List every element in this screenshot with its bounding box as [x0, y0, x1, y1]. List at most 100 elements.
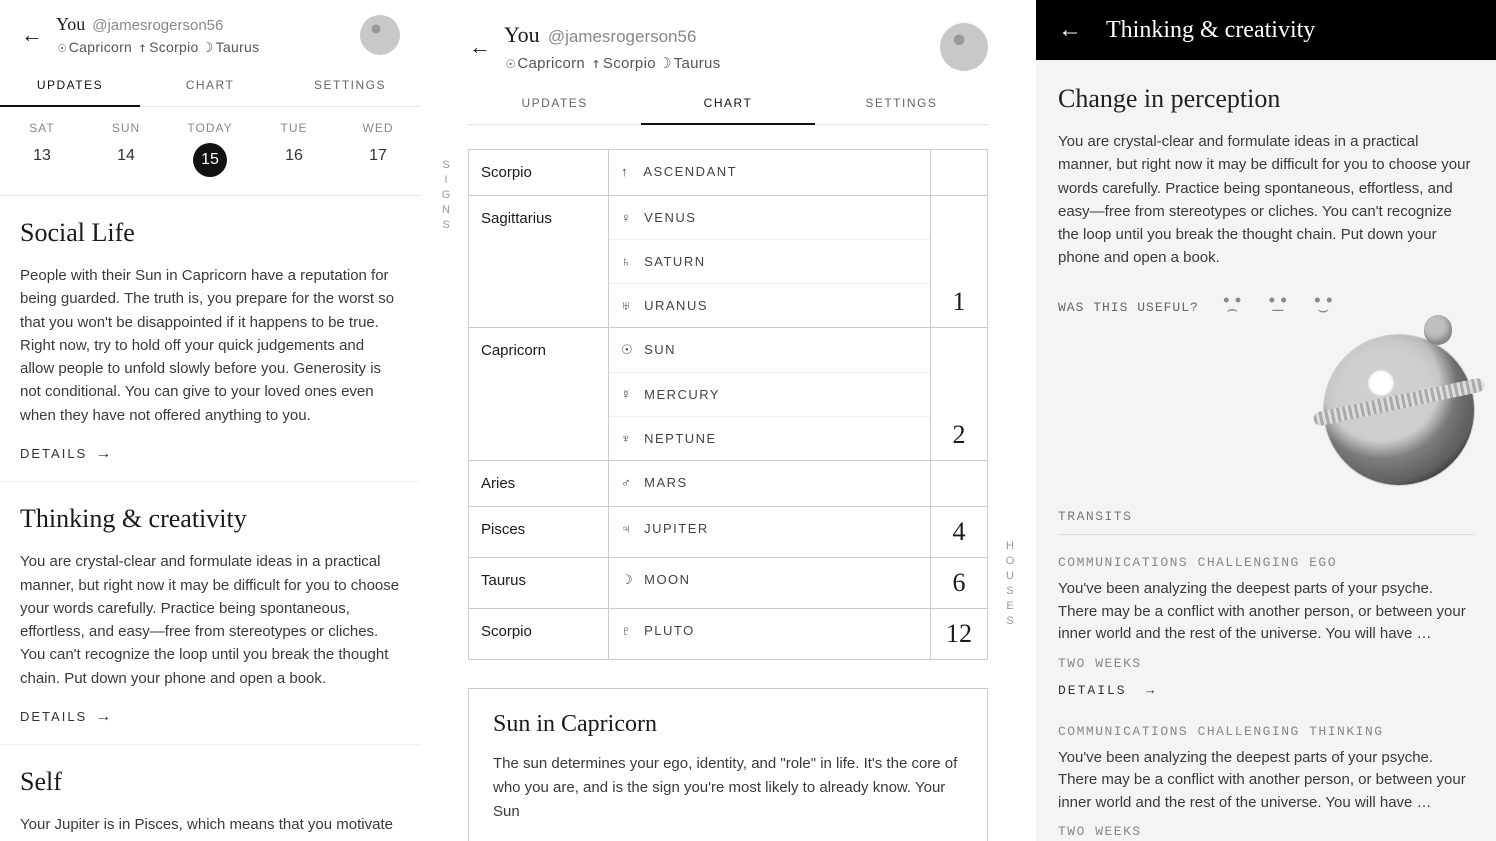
face-sad-icon[interactable]: ••⌢	[1221, 298, 1245, 318]
moon-icon: ☽	[205, 40, 214, 56]
house-cell: 1	[931, 195, 987, 327]
tab-updates[interactable]: UPDATES	[0, 64, 140, 106]
transit: COMMUNICATIONS CHALLENGING EGOYou've bee…	[1058, 555, 1474, 698]
signs-label: SIGNS	[440, 159, 452, 234]
section-thinking: Thinking & creativity You are crystal-cl…	[0, 482, 420, 745]
back-icon[interactable]: ←	[1058, 18, 1082, 42]
day-15[interactable]: TODAY15	[168, 107, 252, 195]
transit-duration: TWO WEEKS	[1058, 824, 1474, 839]
planet-col: ♀ VENUS♄ SATURN♅ URANUS	[609, 195, 931, 327]
transit: COMMUNICATIONS CHALLENGING THINKINGYou'v…	[1058, 724, 1474, 840]
section-body: You are crystal-clear and formulate idea…	[20, 550, 400, 690]
tab-settings[interactable]: SETTINGS	[815, 82, 988, 124]
face-happy-icon[interactable]: ••⌣	[1312, 298, 1336, 318]
moon-sign: Taurus	[674, 55, 721, 72]
section-title: Social Life	[20, 218, 400, 248]
sign-cell: Pisces	[469, 506, 609, 557]
details-link[interactable]: DETAILS →	[20, 708, 113, 726]
planet-glyph-icon: ♇	[621, 623, 639, 638]
transit-title: COMMUNICATIONS CHALLENGING EGO	[1058, 555, 1474, 570]
planet-glyph-icon: ♂	[621, 475, 639, 490]
tab-chart[interactable]: CHART	[641, 82, 814, 124]
sign-cell: Aries	[469, 460, 609, 506]
chart-row[interactable]: Aries♂ MARS	[469, 460, 987, 506]
day-17[interactable]: WED17	[336, 107, 420, 195]
detail-screen: ← Thinking & creativity Change in percep…	[1036, 0, 1496, 841]
face-neutral-icon[interactable]: ••—	[1266, 298, 1290, 318]
planet-col: ♃ JUPITER	[609, 506, 931, 557]
day-label: WED	[336, 121, 420, 135]
chart-row[interactable]: Scorpio♇ PLUTO12	[469, 608, 987, 659]
back-icon[interactable]: ←	[468, 35, 492, 59]
user-display-name: You	[56, 14, 85, 34]
planet-item: ↑ ASCENDANT	[609, 150, 930, 193]
user-handle: @jamesrogerson56	[92, 17, 223, 34]
section-title: Change in perception	[1058, 84, 1474, 114]
house-cell: 2	[931, 327, 987, 460]
tabs: UPDATES CHART SETTINGS	[468, 82, 988, 125]
transits-list: COMMUNICATIONS CHALLENGING EGOYou've bee…	[1058, 555, 1474, 839]
section-title: Self	[20, 767, 400, 797]
day-label: TUE	[252, 121, 336, 135]
chart-table: Scorpio↑ ASCENDANTSagittarius♀ VENUS♄ SA…	[468, 149, 988, 660]
planet-glyph-icon: ♀	[621, 210, 639, 225]
transit-duration: TWO WEEKS	[1058, 656, 1474, 671]
details-link[interactable]: DETAILS →	[20, 445, 113, 463]
planet-glyph-icon: ♆	[621, 431, 639, 446]
planet-item: ♆ NEPTUNE	[609, 416, 930, 460]
section-body: You are crystal-clear and formulate idea…	[1058, 130, 1474, 270]
useful-label: WAS THIS USEFUL?	[1058, 300, 1199, 315]
day-number: 15	[193, 143, 227, 177]
day-14[interactable]: SUN14	[84, 107, 168, 195]
sun-icon: ☉	[58, 40, 67, 56]
chart-desc-title: Sun in Capricorn	[493, 711, 963, 738]
moon-sign: Taurus	[216, 39, 260, 55]
header: ← You @jamesrogerson56 ☉Capricorn ↑Scorp…	[0, 0, 420, 64]
planet-col: ♂ MARS	[609, 460, 931, 506]
chart-row[interactable]: Sagittarius♀ VENUS♄ SATURN♅ URANUS1	[469, 195, 987, 327]
day-number: 16	[252, 147, 336, 165]
user-handle: @jamesrogerson56	[548, 27, 697, 46]
planet-item: ♃ JUPITER	[609, 507, 930, 550]
back-icon[interactable]: ←	[20, 23, 44, 47]
day-number: 14	[84, 147, 168, 165]
planet-glyph-icon: ☉	[621, 342, 639, 358]
detail-header: ← Thinking & creativity	[1036, 0, 1496, 60]
chart-row[interactable]: Taurus☽ MOON6	[469, 557, 987, 608]
planet-glyph-icon: ☽	[621, 572, 639, 588]
section-self: Self Your Jupiter is in Pisces, which me…	[0, 745, 420, 841]
chart-row[interactable]: Pisces♃ JUPITER4	[469, 506, 987, 557]
tab-settings[interactable]: SETTINGS	[280, 64, 420, 106]
section-social: Social Life People with their Sun in Cap…	[0, 196, 420, 482]
user-block: You @jamesrogerson56 ☉Capricorn ↑Scorpio…	[504, 22, 940, 72]
updates-screen: ← You @jamesrogerson56 ☉Capricorn ↑Scorp…	[0, 0, 420, 841]
details-link[interactable]: DETAILS →	[1058, 683, 1474, 698]
sign-cell: Taurus	[469, 557, 609, 608]
useful-row: WAS THIS USEFUL? ••⌢ ••— ••⌣	[1058, 298, 1474, 318]
house-cell: 12	[931, 608, 987, 659]
rising-icon: ↑	[138, 40, 147, 56]
chart-row[interactable]: Scorpio↑ ASCENDANT	[469, 150, 987, 195]
detail-title: Thinking & creativity	[1106, 17, 1315, 44]
house-cell	[931, 150, 987, 195]
planet-col: ↑ ASCENDANT	[609, 150, 931, 195]
chart-row[interactable]: Capricorn☉ SUN☿ MERCURY♆ NEPTUNE2	[469, 327, 987, 460]
sun-icon: ☉	[506, 54, 515, 72]
day-16[interactable]: TUE 16	[252, 107, 336, 195]
chart-description: Sun in Capricorn The sun determines your…	[468, 688, 988, 841]
planet-item: ♂ MARS	[609, 461, 930, 504]
day-13[interactable]: SAT13	[0, 107, 84, 195]
planet-col: ♇ PLUTO	[609, 608, 931, 659]
avatar[interactable]	[940, 23, 988, 71]
tab-updates[interactable]: UPDATES	[468, 82, 641, 124]
header: ← You @jamesrogerson56 ☉Capricorn ↑Scorp…	[468, 0, 988, 82]
user-display-name: You	[504, 22, 540, 47]
user-signs: ☉Capricorn ↑Scorpio ☽Taurus	[504, 54, 940, 72]
houses-label: HOUSES	[1004, 540, 1016, 630]
rising-sign: Scorpio	[603, 55, 656, 72]
sign-cell: Sagittarius	[469, 195, 609, 327]
avatar[interactable]	[360, 15, 400, 55]
arrow-right-icon: →	[95, 708, 113, 726]
tab-chart[interactable]: CHART	[140, 64, 280, 106]
chart-desc-body: The sun determines your ego, identity, a…	[493, 752, 963, 824]
